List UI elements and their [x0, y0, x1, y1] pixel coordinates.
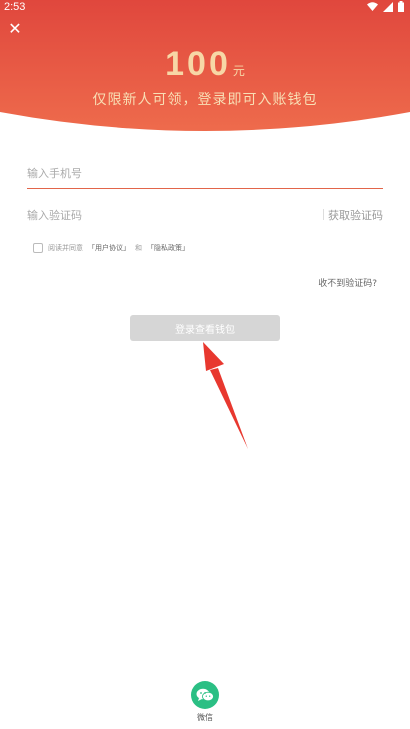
wechat-label: 微信: [197, 713, 213, 722]
amount-value: 100: [165, 45, 231, 83]
agree-and: 和: [135, 244, 142, 252]
close-button[interactable]: ✕: [6, 20, 24, 38]
no-code-link[interactable]: 收不到验证码?: [318, 276, 377, 289]
privacy-policy-link[interactable]: 「隐私政策」: [147, 243, 189, 253]
promo-subtitle: 仅限新人可领，登录即可入账钱包: [92, 92, 318, 108]
phone-input[interactable]: [27, 158, 383, 189]
promo-header: ✕ 100 元 仅限新人可领，登录即可入账钱包: [0, 0, 410, 135]
reward-amount: 100 元: [0, 45, 410, 84]
signal-icon: [383, 1, 393, 12]
agreement-row: 阅读并同意 「用户协议」 和 「隐私政策」: [33, 243, 189, 253]
agree-checkbox[interactable]: [33, 243, 43, 253]
divider: [323, 209, 324, 220]
status-icons: [367, 1, 404, 12]
agree-prefix: 阅读并同意: [48, 244, 83, 252]
login-button[interactable]: 登录查看钱包: [130, 315, 280, 341]
battery-icon: [398, 1, 404, 12]
get-code-label: 获取验证码: [328, 209, 383, 222]
verification-code-input[interactable]: [27, 201, 307, 229]
get-code-button[interactable]: 获取验证码: [323, 207, 383, 223]
close-icon: ✕: [8, 19, 22, 38]
amount-unit: 元: [232, 64, 245, 78]
status-bar: 2:53: [0, 0, 410, 16]
wechat-icon: [196, 688, 214, 702]
wechat-login-button[interactable]: [191, 681, 219, 709]
user-agreement-link[interactable]: 「用户协议」: [88, 243, 130, 253]
status-time: 2:53: [4, 1, 26, 13]
wifi-icon: [367, 1, 378, 11]
